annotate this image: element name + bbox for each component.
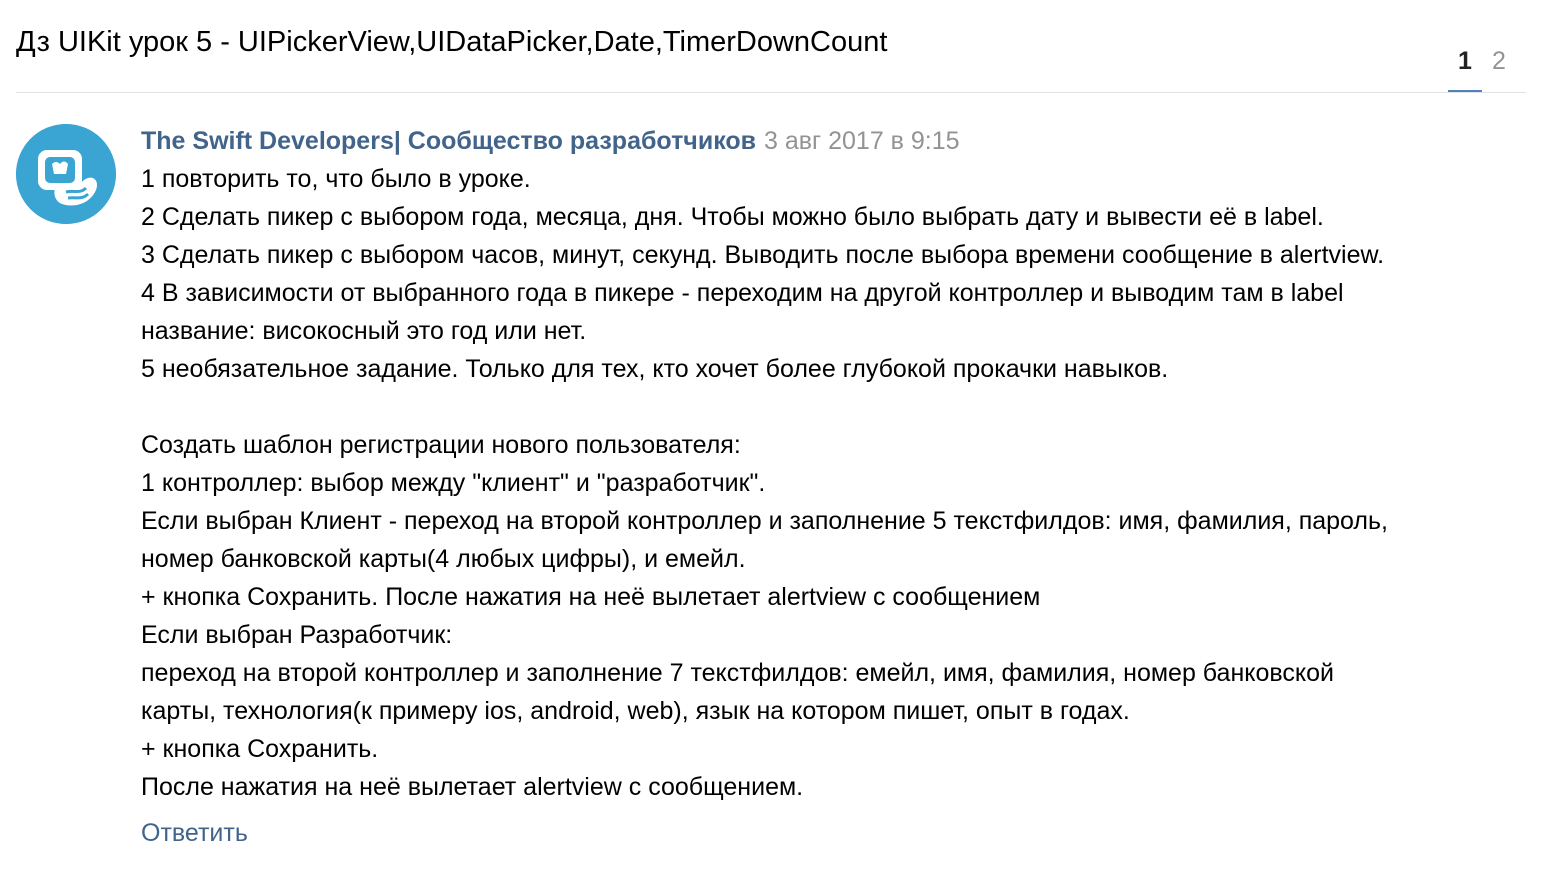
post-line: 1 повторить то, что было в уроке. bbox=[141, 165, 531, 193]
post-line: Создать шаблон регистрации нового пользо… bbox=[141, 431, 741, 459]
post-line: карты, технология(к примеру ios, android… bbox=[141, 697, 1130, 725]
topic-title: Дз UIKit урок 5 - UIPickerView,UIDataPic… bbox=[16, 26, 888, 58]
post-line: название: високосный это год или нет. bbox=[141, 317, 587, 345]
post-line: Если выбран Клиент - переход на второй к… bbox=[141, 507, 1388, 535]
post-line: переход на второй контроллер и заполнени… bbox=[141, 659, 1334, 687]
post-line-blank bbox=[141, 388, 1531, 426]
post-line: 4 В зависимости от выбранного года в пик… bbox=[141, 279, 1344, 307]
swift-hand-logo-icon bbox=[16, 124, 116, 224]
post-text: 1 повторить то, что было в уроке. 2 Сдел… bbox=[141, 160, 1531, 806]
page-link-2[interactable]: 2 bbox=[1482, 44, 1516, 93]
post-line: + кнопка Сохранить. bbox=[141, 735, 379, 763]
post-line: 3 Сделать пикер с выбором часов, минут, … bbox=[141, 241, 1385, 269]
post: The Swift Developers| Сообщество разрабо… bbox=[141, 122, 1531, 852]
post-header: The Swift Developers| Сообщество разрабо… bbox=[141, 122, 1531, 160]
post-line: После нажатия на неё вылетает alertview … bbox=[141, 773, 804, 801]
page-link-1[interactable]: 1 bbox=[1448, 44, 1482, 93]
author-name-link[interactable]: The Swift Developers| Сообщество разрабо… bbox=[141, 127, 756, 155]
post-date[interactable]: 3 авг 2017 в 9:15 bbox=[764, 127, 960, 155]
post-line: Если выбран Разработчик: bbox=[141, 621, 453, 649]
post-line: 2 Сделать пикер с выбором года, месяца, … bbox=[141, 203, 1324, 231]
header-divider bbox=[16, 92, 1526, 93]
reply-link[interactable]: Ответить bbox=[141, 814, 248, 852]
post-line: 5 необязательное задание. Только для тех… bbox=[141, 355, 1169, 383]
post-line: + кнопка Сохранить. После нажатия на неё… bbox=[141, 583, 1041, 611]
author-avatar[interactable] bbox=[16, 124, 116, 224]
post-line: 1 контроллер: выбор между "клиент" и "ра… bbox=[141, 469, 766, 497]
pagination: 1 2 bbox=[1448, 44, 1516, 93]
post-line: номер банковской карты(4 любых цифры), и… bbox=[141, 545, 746, 573]
